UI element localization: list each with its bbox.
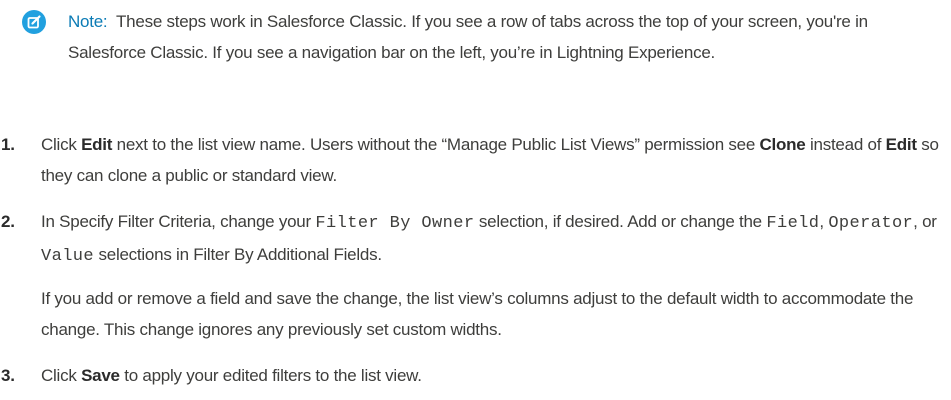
step-number: 3. xyxy=(1,366,15,385)
step-text-segment: next to the list view name. Users withou… xyxy=(112,135,760,154)
step-text-segment: to apply your edited filters to the list… xyxy=(119,366,422,385)
step-text: Click Edit next to the list view name. U… xyxy=(41,130,943,191)
step-text-segment: In Specify Filter Criteria, change your xyxy=(41,212,316,231)
code-field: Field xyxy=(766,214,820,233)
ui-label-save: Save xyxy=(81,366,120,385)
edit-note-icon xyxy=(22,10,46,34)
step-text-segment: selections in Filter By Additional Field… xyxy=(94,244,382,264)
note-label: Note: xyxy=(68,12,108,31)
ui-label-edit: Edit xyxy=(81,135,113,154)
note-text: Note: These steps work in Salesforce Cla… xyxy=(68,7,942,68)
step-number: 2. xyxy=(1,212,15,231)
step-text-segment: instead of xyxy=(805,135,886,154)
code-operator: Operator xyxy=(828,214,914,233)
ui-label-edit: Edit xyxy=(885,135,917,154)
step-text-segment: selection, if desired. Add or change the xyxy=(474,212,767,231)
step-number: 1. xyxy=(1,135,15,154)
ui-label-clone: Clone xyxy=(759,135,806,154)
step-text: In Specify Filter Criteria, change your … xyxy=(41,207,943,272)
step-1: 1. Click Edit next to the list view name… xyxy=(0,130,951,191)
step-text-segment: Click xyxy=(41,135,82,154)
code-filter-by-owner: Filter By Owner xyxy=(315,214,475,233)
code-value: Value xyxy=(41,246,95,266)
step-text-segment: , or xyxy=(913,212,937,231)
step-detail: If you add or remove a field and save th… xyxy=(41,289,914,339)
step-2: 2. In Specify Filter Criteria, change yo… xyxy=(0,207,951,345)
note-body: These steps work in Salesforce Classic. … xyxy=(68,12,868,62)
step-3: 3. Click Save to apply your edited filte… xyxy=(0,361,951,392)
steps-list: 1. Click Edit next to the list view name… xyxy=(0,130,951,392)
step-text-segment: , xyxy=(819,212,829,231)
note-box: Note: These steps work in Salesforce Cla… xyxy=(22,7,942,68)
help-article: Note: These steps work in Salesforce Cla… xyxy=(0,0,951,400)
step-text: Click Save to apply your edited filters … xyxy=(41,361,943,392)
step-text-segment: Click xyxy=(41,366,82,385)
